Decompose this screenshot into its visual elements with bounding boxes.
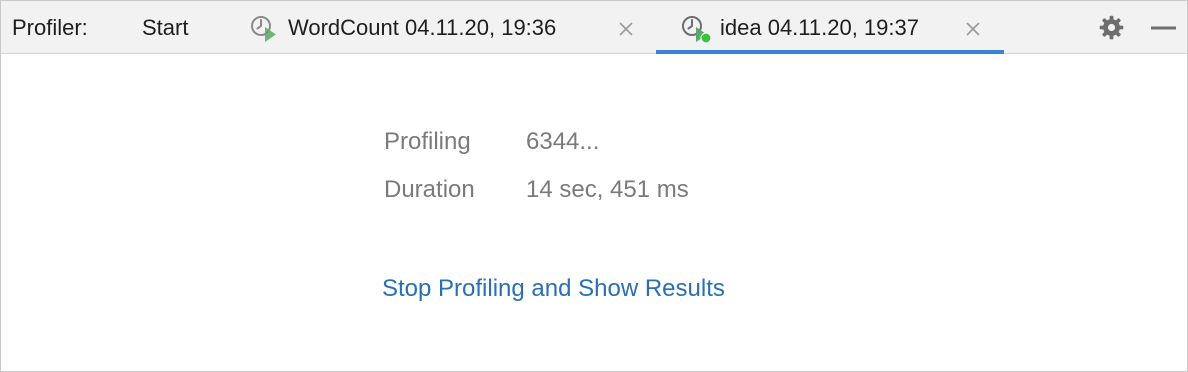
tab-wordcount[interactable]: WordCount 04.11.20, 19:36 bbox=[241, 1, 646, 54]
gear-icon[interactable] bbox=[1098, 14, 1125, 41]
close-icon[interactable] bbox=[965, 21, 981, 37]
profiler-content: Profiling 6344... Duration 14 sec, 451 m… bbox=[1, 55, 1187, 371]
profiling-label: Profiling bbox=[384, 128, 471, 155]
duration-value: 14 sec, 451 ms bbox=[526, 176, 689, 203]
start-button[interactable]: Start bbox=[142, 1, 188, 54]
minimize-icon[interactable] bbox=[1151, 25, 1176, 31]
tab-label: WordCount 04.11.20, 19:36 bbox=[288, 15, 557, 40]
profiler-snapshot-icon bbox=[251, 16, 276, 42]
close-icon[interactable] bbox=[618, 21, 634, 37]
tab-idea[interactable]: idea 04.11.20, 19:37 bbox=[656, 1, 1004, 54]
profiling-value: 6344... bbox=[526, 128, 600, 155]
profiler-running-icon bbox=[682, 16, 712, 44]
toolbar-title: Profiler: bbox=[12, 15, 88, 40]
stop-profiling-link[interactable]: Stop Profiling and Show Results bbox=[382, 275, 725, 303]
duration-label: Duration bbox=[384, 176, 475, 203]
tab-label: idea 04.11.20, 19:37 bbox=[720, 15, 919, 40]
profiler-toolbar: Profiler: Start WordCount 04.11.20, 19:3… bbox=[1, 1, 1187, 54]
profiler-window: Profiler: Start WordCount 04.11.20, 19:3… bbox=[0, 0, 1188, 372]
